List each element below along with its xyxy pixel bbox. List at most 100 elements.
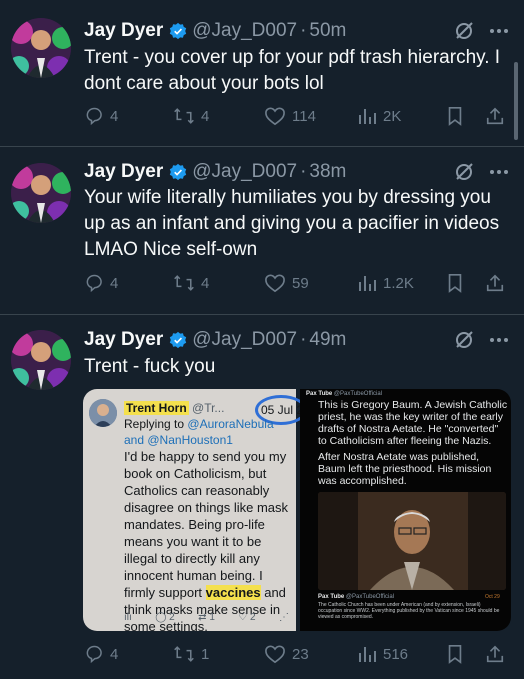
retweet-button[interactable]: 4 [173,273,209,293]
share-icon [486,107,504,125]
like-count: 23 [292,645,309,663]
embedded-share-icon: ⋰ [279,612,289,623]
portrait-photo [318,492,506,590]
tweet-text: Your wife literally humiliates you by dr… [84,187,500,260]
reply-icon [86,107,102,126]
share-button[interactable] [485,106,505,126]
scrollbar[interactable] [514,62,518,140]
reply-count: 4 [110,107,119,125]
tweet-text: Trent - fuck you [84,356,216,377]
avatar[interactable] [11,163,71,223]
embedded-right-footer-handle: @PaxTubeOfficial [345,594,395,600]
reply-count: 4 [110,645,119,663]
author-handle[interactable]: @Jay_D007 [192,329,297,351]
more-options-icon[interactable] [488,20,510,42]
verified-badge-icon [169,22,187,40]
views-button[interactable]: 1.2K [357,273,414,293]
more-options-icon[interactable] [488,329,510,351]
embedded-like-count: 2 [250,612,256,623]
author-name[interactable]: Jay Dyer [84,161,163,183]
views-count: 516 [383,645,409,663]
embedded-like: ♡ 2 [238,612,256,623]
retweet-button[interactable]: 4 [173,106,209,126]
share-icon [486,274,504,292]
retweet-count: 4 [201,274,210,292]
like-button[interactable]: 114 [264,106,316,126]
views-icon [359,276,376,291]
retweet-button[interactable]: 1 [173,644,209,664]
timestamp[interactable]: 50m [309,20,346,42]
avatar[interactable] [11,18,71,78]
tweet-1[interactable]: Jay Dyer @Jay_D007 · 50m Trent - you cov… [0,0,524,146]
grok-icon[interactable] [453,161,475,183]
embedded-avatar [89,399,117,427]
separator-dot: · [300,329,307,350]
embedded-retweet: ⇄ 1 [198,612,215,623]
reply-button[interactable]: 4 [84,644,118,664]
bookmark-button[interactable] [446,106,464,126]
retweet-count: 4 [201,107,210,125]
views-button[interactable]: 516 [357,644,408,664]
views-count: 2K [383,107,402,125]
reply-icon [86,274,102,293]
embedded-right-paragraph-1: This is Gregory Baum. A Jewish Catholic … [318,399,508,447]
like-button[interactable]: 59 [264,273,309,293]
tweet-header: Jay Dyer @Jay_D007 · 49m [84,328,346,352]
embedded-right-paragraph-2: After Nostra Aetate was published, Baum … [318,451,492,487]
avatar-image [11,330,71,390]
media-image-left[interactable]: Trent Horn @Tr... 05 Jul 22 Replying to … [83,389,310,631]
embedded-author-name: Trent Horn [124,401,189,415]
views-count: 1.2K [383,274,414,292]
tweet-text: Trent - you cover up for your pdf trash … [84,47,501,94]
bookmark-button[interactable] [446,644,464,664]
embedded-right-header: Pax Tube @PaxTubeOfficial [306,391,382,397]
embedded-right-footer-header: Pax Tube @PaxTubeOfficial [318,594,394,600]
embedded-retweet-count: 1 [209,612,215,623]
avatar[interactable] [11,330,71,390]
author-handle[interactable]: @Jay_D007 [192,20,297,42]
share-button[interactable] [485,644,505,664]
embedded-author-handle: @Tr... [192,401,225,415]
embedded-body-highlight: vaccines [205,585,261,600]
share-button[interactable] [485,273,505,293]
views-button[interactable]: 2K [357,106,401,126]
tweet-2[interactable]: Jay Dyer @Jay_D007 · 38m Your wife liter… [0,147,524,314]
grok-icon[interactable] [453,20,475,42]
timestamp[interactable]: 38m [309,161,346,183]
reply-button[interactable]: 4 [84,273,118,293]
reply-and: and [124,433,145,447]
timestamp[interactable]: 49m [309,329,346,351]
more-options-icon[interactable] [488,161,510,183]
reply-count: 4 [110,274,119,292]
tweet-media[interactable]: Trent Horn @Tr... 05 Jul 22 Replying to … [83,389,511,631]
embedded-right-footer-date: Oct 29 [485,594,500,600]
separator-dot: · [300,161,307,182]
embedded-right-account: Pax Tube [306,391,333,397]
grok-icon[interactable] [453,329,475,351]
embedded-views-icon: ılı [124,612,132,623]
verified-badge-icon [169,163,187,181]
views-icon [359,647,376,662]
like-button[interactable]: 23 [264,644,309,664]
tweet-actions: 4 4 114 2K [84,106,504,128]
media-image-right[interactable]: Pax Tube @PaxTubeOfficial This is Gregor… [300,389,511,631]
embedded-right-footer-account: Pax Tube [318,594,345,600]
reply-mention-1: @AuroraNebula [187,417,274,431]
embedded-body: I'd be happy to send you my book on Cath… [124,448,294,631]
embedded-body-start: I'd be happy to send you my book on Cath… [124,449,289,600]
author-handle[interactable]: @Jay_D007 [192,161,297,183]
share-icon [486,645,504,663]
avatar-image [11,163,71,223]
author-name[interactable]: Jay Dyer [84,20,163,42]
embedded-right-footer-text: The Catholic Church has been under Ameri… [318,602,500,620]
reply-button[interactable]: 4 [84,106,118,126]
tweet-actions: 4 4 59 1.2K [84,273,504,295]
bookmark-icon [448,107,462,126]
embedded-replying-2: and @NanHouston1 [124,432,233,448]
bookmark-icon [448,274,462,293]
author-name[interactable]: Jay Dyer [84,329,163,351]
reply-mention-2: @NanHouston1 [147,433,233,447]
embedded-right-handle: @PaxTubeOfficial [333,391,383,397]
verified-badge-icon [169,331,187,349]
bookmark-button[interactable] [446,273,464,293]
